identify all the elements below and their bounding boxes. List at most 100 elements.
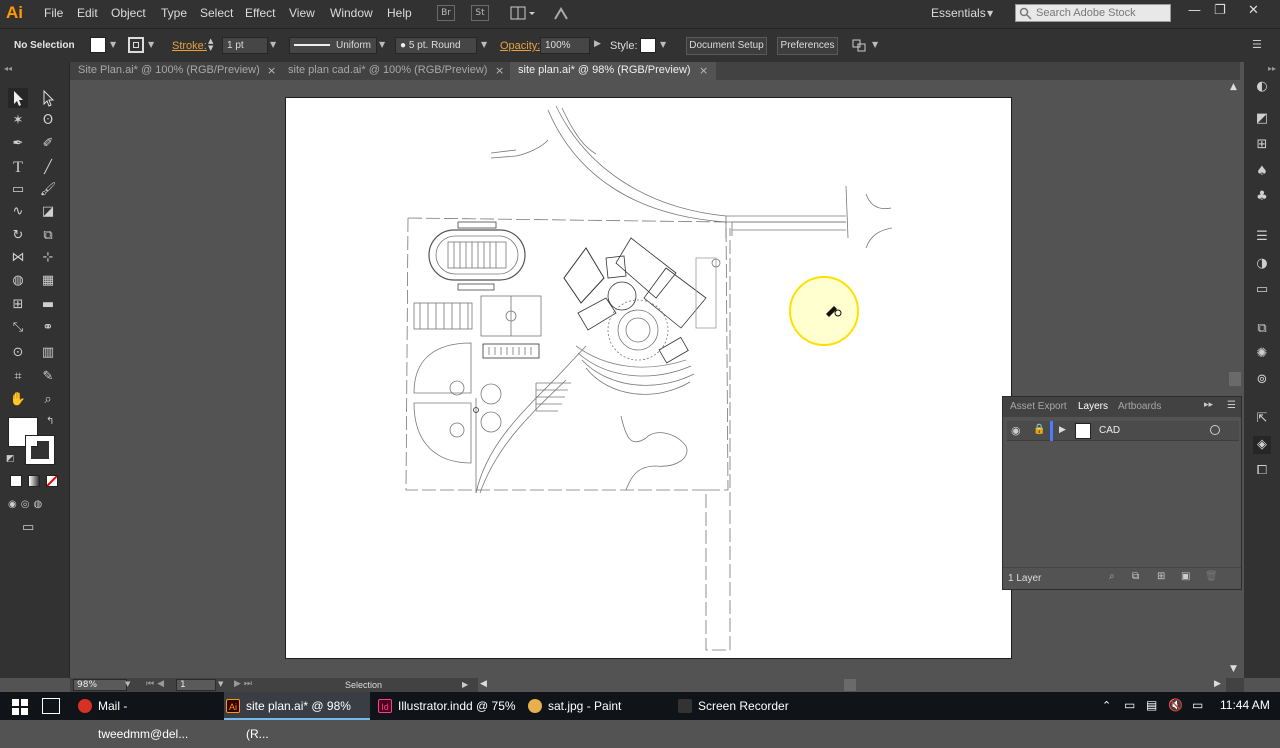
transparency-icon[interactable]: ▭ bbox=[1253, 281, 1271, 299]
scroll-down-icon[interactable]: ▼ bbox=[1230, 664, 1237, 674]
scroll-left-icon[interactable]: ◀ bbox=[480, 679, 487, 689]
tab-layers[interactable]: Layers bbox=[1078, 401, 1108, 412]
tab-site-plan-active[interactable]: site plan.ai* @ 98% (RGB/Preview) bbox=[510, 62, 716, 80]
width-tool-icon[interactable]: ⋈ bbox=[8, 248, 28, 268]
layer-name[interactable]: CAD bbox=[1099, 425, 1120, 436]
slice-tool-icon[interactable]: ✎ bbox=[38, 367, 58, 387]
default-colors-icon[interactable]: ◩ bbox=[6, 454, 15, 464]
rectangle-tool-icon[interactable]: ▭ bbox=[8, 180, 28, 200]
opacity-label[interactable]: Opacity: bbox=[500, 40, 540, 52]
swatches-icon[interactable]: ⊞ bbox=[1253, 136, 1271, 154]
locate-object-icon[interactable]: ⌕ bbox=[1109, 571, 1115, 582]
stock-button[interactable]: St bbox=[471, 5, 489, 21]
delete-layer-icon[interactable]: 🗑 bbox=[1205, 571, 1218, 582]
expand-layer-icon[interactable]: ▶ bbox=[1059, 425, 1066, 435]
windows-start-icon[interactable] bbox=[12, 699, 28, 715]
menu-file[interactable]: File bbox=[44, 6, 63, 20]
gradient-mode-icon[interactable] bbox=[28, 475, 40, 487]
clipping-mask-icon[interactable]: ⧉ bbox=[1132, 571, 1139, 582]
document-setup-button[interactable]: Document Setup bbox=[686, 37, 767, 55]
shape-builder-tool-icon[interactable]: ◍ bbox=[8, 271, 28, 291]
pen-tool-icon[interactable]: ✒ bbox=[8, 134, 28, 154]
expand-panels-icon[interactable]: ▸▸ bbox=[1268, 64, 1276, 73]
swap-colors-icon[interactable]: ↰ bbox=[46, 416, 54, 427]
close-icon[interactable]: ✕ bbox=[1248, 3, 1259, 18]
tab-site-plan-cad[interactable]: site plan cad.ai* @ 100% (RGB/Preview) bbox=[280, 62, 508, 80]
appearance-icon[interactable]: ⧉ bbox=[1253, 320, 1271, 338]
artboard-next-icon[interactable]: ▶⏭ bbox=[234, 679, 255, 689]
taskbar-chrome-mail[interactable]: Mail - tweedmm@del... bbox=[76, 692, 216, 741]
preferences-button[interactable]: Preferences bbox=[777, 37, 838, 55]
tab-close-icon[interactable]: × bbox=[699, 64, 708, 77]
zoom-chevron-icon[interactable]: ▼ bbox=[125, 680, 130, 688]
collapse-panel-icon[interactable]: ▸▸ bbox=[1204, 400, 1213, 410]
minimize-icon[interactable]: — bbox=[1188, 3, 1201, 18]
lasso-tool-icon[interactable]: ʘ bbox=[38, 111, 58, 131]
opacity-field[interactable]: 100% bbox=[540, 37, 590, 54]
selection-tool-icon[interactable] bbox=[8, 88, 28, 108]
search-stock-input[interactable]: Search Adobe Stock bbox=[1015, 4, 1171, 22]
menu-help[interactable]: Help bbox=[387, 6, 412, 20]
gradient-tool-icon[interactable]: ▬ bbox=[38, 295, 58, 315]
blend-tool-icon[interactable]: ⚭ bbox=[38, 318, 58, 338]
menu-object[interactable]: Object bbox=[111, 6, 146, 20]
artboard-chevron-icon[interactable]: ▼ bbox=[218, 680, 223, 688]
stroke-chevron-icon[interactable]: ▼ bbox=[148, 40, 154, 49]
menu-type[interactable]: Type bbox=[161, 6, 187, 20]
lock-icon[interactable]: 🔒 bbox=[1033, 424, 1045, 435]
notifications-icon[interactable]: ▭ bbox=[1192, 698, 1203, 712]
artboards-icon[interactable]: ⧠ bbox=[1253, 462, 1271, 480]
artboard[interactable] bbox=[285, 97, 1012, 659]
eyedropper-tool-icon[interactable]: ⤡ bbox=[8, 318, 28, 338]
column-graph-tool-icon[interactable]: ▥ bbox=[38, 343, 58, 363]
menu-edit[interactable]: Edit bbox=[77, 6, 98, 20]
clock[interactable]: 11:44 AM bbox=[1220, 698, 1270, 712]
artboard-number-field[interactable]: 1 bbox=[176, 679, 216, 691]
stroke-label[interactable]: Stroke: bbox=[172, 40, 207, 52]
power-icon[interactable]: ▭ bbox=[1124, 698, 1135, 712]
tab-artboards[interactable]: Artboards bbox=[1118, 401, 1161, 412]
restore-icon[interactable]: ❐ bbox=[1214, 3, 1226, 18]
brush-definition[interactable]: ● 5 pt. Round bbox=[395, 37, 477, 54]
paintbrush-tool-icon[interactable]: 🖌 bbox=[38, 180, 58, 200]
scroll-up-icon[interactable]: ▲ bbox=[1230, 82, 1237, 92]
scale-tool-icon[interactable]: ⧉ bbox=[38, 226, 58, 246]
menu-effect[interactable]: Effect bbox=[245, 6, 275, 20]
opacity-arrow-icon[interactable]: ▶ bbox=[594, 39, 601, 49]
task-view-icon[interactable] bbox=[42, 698, 60, 714]
color-panel-icon[interactable]: ◐ bbox=[1253, 78, 1271, 96]
bridge-button[interactable]: Br bbox=[437, 5, 455, 21]
vertical-scroll-thumb[interactable] bbox=[1229, 372, 1241, 386]
menu-window[interactable]: Window bbox=[330, 6, 373, 20]
rotate-tool-icon[interactable]: ↻ bbox=[8, 226, 28, 246]
brushes-icon[interactable]: ♠ bbox=[1253, 163, 1271, 181]
visibility-eye-icon[interactable]: ◉ bbox=[1011, 424, 1021, 437]
stroke-weight-chevron-icon[interactable]: ▼ bbox=[270, 40, 276, 49]
shaper-tool-icon[interactable]: ∿ bbox=[8, 202, 28, 222]
gradient-panel-icon[interactable]: ◑ bbox=[1253, 255, 1271, 273]
control-menu-icon[interactable]: ☰ bbox=[1252, 38, 1262, 51]
scroll-right-icon[interactable]: ▶ bbox=[1214, 679, 1221, 689]
stroke-weight-field[interactable]: 1 pt bbox=[222, 37, 268, 54]
arrange-chevron-icon[interactable]: ▼ bbox=[872, 40, 878, 49]
horizontal-scroll-thumb[interactable] bbox=[844, 679, 856, 691]
taskbar-paint[interactable]: sat.jpg - Paint bbox=[526, 692, 656, 720]
artboard-tool-icon[interactable]: ⌗ bbox=[8, 367, 28, 387]
graphic-style-swatch[interactable] bbox=[640, 38, 656, 53]
fill-chevron-icon[interactable]: ▼ bbox=[110, 40, 116, 49]
horizontal-scrollbar[interactable]: ◀ ▶ bbox=[478, 678, 1226, 692]
zoom-tool-icon[interactable]: ⌕ bbox=[38, 390, 58, 410]
links-icon[interactable]: ⊚ bbox=[1253, 371, 1271, 389]
stroke-swatch[interactable] bbox=[128, 37, 144, 53]
mesh-tool-icon[interactable]: ⊞ bbox=[8, 295, 28, 315]
menu-view[interactable]: View bbox=[289, 6, 315, 20]
network-icon[interactable]: ▤ bbox=[1146, 698, 1157, 712]
zoom-field[interactable]: 98% bbox=[73, 679, 127, 691]
collapse-tools-icon[interactable]: ◂◂ bbox=[4, 64, 12, 73]
arrange-documents-icon[interactable] bbox=[510, 6, 536, 21]
graphic-styles-icon[interactable]: ✺ bbox=[1253, 345, 1271, 363]
fill-swatch[interactable] bbox=[90, 37, 106, 53]
arrange-icon[interactable] bbox=[851, 37, 867, 53]
workspace-chevron-icon[interactable]: ▼ bbox=[987, 9, 993, 18]
curvature-tool-icon[interactable]: ✐ bbox=[38, 134, 58, 154]
